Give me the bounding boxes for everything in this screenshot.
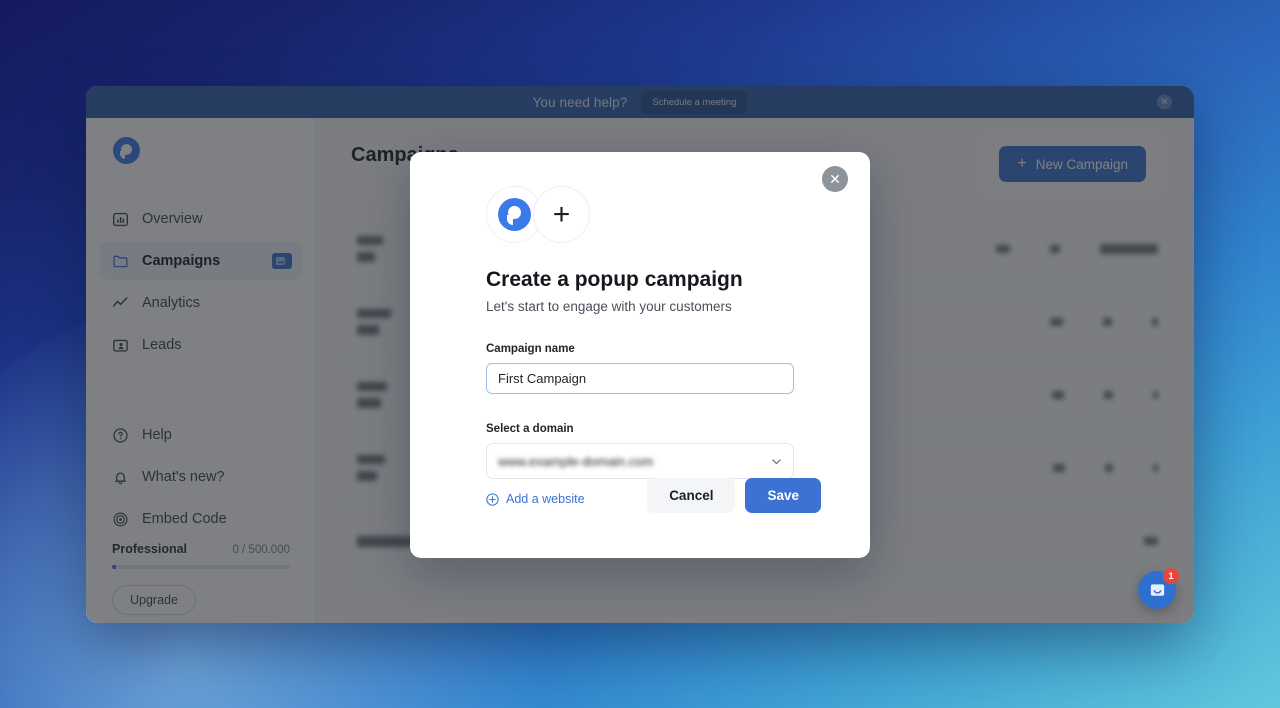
- create-campaign-modal: ✕ + Create a popup campaign Let's start …: [410, 152, 870, 558]
- sidebar-logo[interactable]: [86, 118, 316, 164]
- help-banner: You need help? Schedule a meeting ✕: [86, 86, 1194, 118]
- banner-close-icon[interactable]: ✕: [1157, 94, 1172, 110]
- plus-circle-icon: [486, 492, 499, 506]
- plan-quota: 0 / 500.000: [232, 544, 290, 556]
- sidebar-item-leads[interactable]: Leads: [100, 326, 302, 364]
- sidebar-secondary-nav: Help What's new? Embed Code: [86, 416, 316, 542]
- upgrade-button[interactable]: Upgrade: [112, 585, 196, 615]
- sidebar-item-campaigns[interactable]: Campaigns: [100, 242, 302, 280]
- sidebar-item-help[interactable]: Help: [100, 416, 302, 454]
- broadcast-icon: [113, 512, 128, 526]
- modal-close-icon[interactable]: ✕: [822, 166, 848, 192]
- plan-progress-bar: [112, 565, 290, 569]
- line-chart-icon: [112, 296, 128, 307]
- sidebar-item-label: Embed Code: [142, 511, 227, 527]
- sidebar-item-label: What's new?: [142, 469, 225, 485]
- question-circle-icon: [113, 427, 128, 443]
- plan-row: Professional 0 / 500.000: [112, 542, 290, 556]
- sidebar-item-overview[interactable]: Overview: [100, 200, 302, 238]
- bell-icon: [115, 472, 126, 484]
- modal-subtitle: Let's start to engage with your customer…: [486, 299, 732, 314]
- campaign-badge-icon: [272, 253, 292, 269]
- add-website-label: Add a website: [506, 492, 585, 506]
- new-campaign-highlight: + New Campaign: [983, 135, 1162, 193]
- chart-bar-icon: [113, 212, 128, 226]
- modal-icon-pair: +: [486, 186, 821, 243]
- modal-title: Create a popup campaign: [486, 268, 743, 291]
- sidebar-item-embed-code[interactable]: Embed Code: [100, 500, 302, 538]
- domain-select-value: www.example-domain.com: [498, 453, 654, 469]
- plan-section: Professional 0 / 500.000 Upgrade: [86, 542, 316, 615]
- sidebar-primary-nav: Overview Campaigns Analytics Leads: [86, 200, 316, 368]
- plus-icon: +: [533, 186, 590, 243]
- sidebar-item-label: Campaigns: [142, 253, 221, 269]
- domain-select[interactable]: www.example-domain.com: [486, 443, 794, 479]
- plan-name: Professional: [112, 542, 188, 556]
- sidebar-item-label: Overview: [142, 211, 203, 227]
- campaign-name-label: Campaign name: [486, 343, 575, 355]
- add-website-link[interactable]: Add a website: [486, 492, 585, 506]
- modal-actions: Cancel Save: [647, 478, 821, 513]
- domain-label: Select a domain: [486, 423, 574, 435]
- help-banner-text: You need help?: [532, 94, 628, 110]
- sidebar-item-analytics[interactable]: Analytics: [100, 284, 302, 322]
- sidebar-item-label: Help: [142, 427, 172, 443]
- intercom-unread-badge: 1: [1163, 568, 1179, 584]
- folder-icon: [113, 255, 128, 267]
- schedule-meeting-button[interactable]: Schedule a meeting: [641, 90, 748, 114]
- sidebar: Overview Campaigns Analytics Leads Help …: [86, 118, 317, 623]
- sidebar-item-whats-new[interactable]: What's new?: [100, 458, 302, 496]
- save-button[interactable]: Save: [745, 478, 821, 513]
- sidebar-item-label: Analytics: [142, 295, 201, 311]
- new-campaign-label: New Campaign: [1035, 156, 1128, 172]
- new-campaign-button[interactable]: + New Campaign: [999, 146, 1146, 182]
- popupsmart-logo-icon: [113, 137, 140, 164]
- chevron-down-icon: [772, 458, 781, 464]
- cancel-button[interactable]: Cancel: [647, 478, 736, 513]
- contact-card-icon: [113, 339, 128, 352]
- sidebar-item-label: Leads: [142, 337, 182, 353]
- campaign-name-input[interactable]: [486, 363, 794, 394]
- plus-icon: +: [1017, 155, 1027, 172]
- chat-bubble-icon: [1150, 583, 1164, 596]
- intercom-launcher[interactable]: 1: [1138, 568, 1179, 609]
